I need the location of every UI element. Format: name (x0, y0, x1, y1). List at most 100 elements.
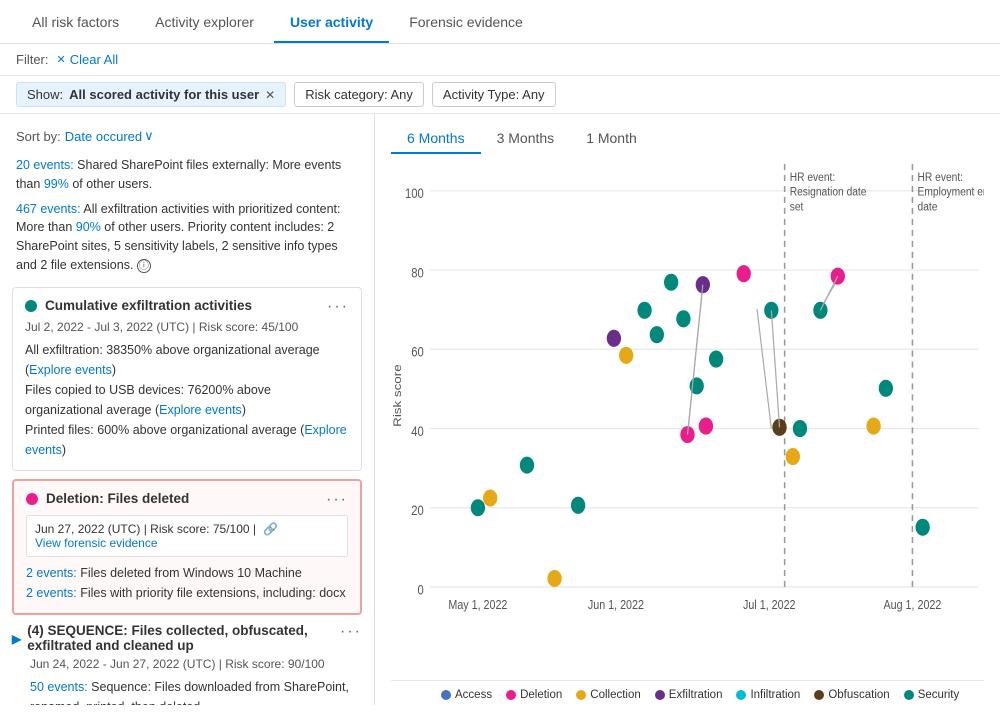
legend-security-dot (904, 690, 914, 700)
sequence-meta: Jun 24, 2022 - Jun 27, 2022 (UTC) | Risk… (30, 657, 362, 671)
line-3 (820, 276, 837, 310)
connector-2 (757, 309, 771, 428)
dot-9[interactable] (650, 326, 664, 343)
explore-events-1a[interactable]: Explore events (29, 363, 112, 377)
hr-label-2c: date (918, 201, 938, 214)
legend-deletion-label: Deletion (520, 689, 562, 701)
dot-8[interactable] (637, 302, 651, 319)
sort-value-text: Date occured (65, 129, 142, 144)
legend-access: Access (441, 689, 492, 701)
forensic-link-box: Jun 27, 2022 (UTC) | Risk score: 75/100 … (26, 515, 348, 557)
alert-1-pct: 99% (44, 177, 69, 191)
main-layout: Sort by: Date occured ∨ 20 events: Share… (0, 114, 1000, 705)
risk-category-value: Any (391, 87, 413, 102)
alert-block: 20 events: Shared SharePoint files exter… (0, 148, 374, 279)
forensic-meta: Jun 27, 2022 (UTC) | Risk score: 75/100 … (35, 522, 256, 536)
legend-access-label: Access (455, 689, 492, 701)
dot-20[interactable] (786, 448, 800, 465)
alert-2-pct: 90% (76, 220, 101, 234)
clear-all-button[interactable]: ✕ Clear All (57, 52, 119, 67)
dot-3[interactable] (520, 457, 534, 474)
dot-11[interactable] (676, 310, 690, 327)
dot-26[interactable] (915, 519, 929, 536)
dot-10[interactable] (664, 274, 678, 291)
y-label-100: 100 (405, 186, 424, 201)
legend-obfuscation-dot (814, 690, 824, 700)
filter-label: Filter: (16, 52, 49, 67)
sequence-header[interactable]: ▶ (4) SEQUENCE: Files collected, obfusca… (12, 623, 362, 653)
tab-forensic-evidence[interactable]: Forensic evidence (393, 2, 539, 42)
filter-bar: Filter: ✕ Clear All (0, 44, 1000, 76)
activity-type-chip[interactable]: Activity Type: Any (432, 82, 556, 107)
card-1-meta: Jul 2, 2022 - Jul 3, 2022 (UTC) | Risk s… (25, 320, 349, 334)
explore-events-1b[interactable]: Explore events (159, 403, 242, 417)
card-1-header: Cumulative exfiltration activities ··· (25, 298, 349, 316)
tab-6-months[interactable]: 6 Months (391, 124, 481, 154)
risk-category-chip[interactable]: Risk category: Any (294, 82, 424, 107)
dot-4[interactable] (547, 570, 561, 587)
hr-label-1c: set (790, 201, 804, 214)
line-2 (771, 310, 779, 427)
card-cumulative-exfiltration: Cumulative exfiltration activities ··· J… (12, 287, 362, 471)
card-1-title: Cumulative exfiltration activities (25, 298, 327, 313)
y-label-60: 60 (411, 345, 424, 360)
dot-13[interactable] (699, 418, 713, 435)
sequence-card: ▶ (4) SEQUENCE: Files collected, obfusca… (12, 623, 362, 706)
dot-7[interactable] (619, 347, 633, 364)
tab-activity-explorer[interactable]: Activity explorer (139, 2, 270, 42)
legend-collection: Collection (576, 689, 641, 701)
show-pill-close[interactable]: ✕ (265, 88, 275, 102)
sequence-expand-icon: ▶ (12, 632, 21, 646)
explore-events-1c[interactable]: Explore events (25, 423, 347, 457)
view-forensic-evidence-link[interactable]: View forensic evidence (35, 536, 158, 550)
filter-pills: Show: All scored activity for this user … (0, 76, 1000, 114)
tab-1-month[interactable]: 1 Month (570, 124, 653, 154)
dot-5[interactable] (571, 497, 585, 514)
card-2-menu[interactable]: ··· (326, 491, 348, 509)
card-deletion-files: Deletion: Files deleted ··· Jun 27, 2022… (12, 479, 362, 615)
legend-exfiltration-label: Exfiltration (669, 689, 723, 701)
tab-all-risk[interactable]: All risk factors (16, 2, 135, 42)
sequence-menu[interactable]: ··· (340, 623, 362, 641)
seq-events-1[interactable]: 50 events: (30, 680, 88, 694)
show-pill: Show: All scored activity for this user … (16, 82, 286, 107)
legend-deletion-dot (506, 690, 516, 700)
clear-all-label: Clear All (70, 52, 118, 67)
legend: Access Deletion Collection Exfiltration … (391, 680, 984, 705)
dot-25[interactable] (879, 380, 893, 397)
card-2-title: Deletion: Files deleted (26, 491, 326, 506)
legend-infiltration-label: Infiltration (750, 689, 800, 701)
scatter-chart: 100 80 60 40 20 0 Risk score HR (391, 164, 984, 676)
dot-2[interactable] (483, 489, 497, 506)
dot-17[interactable] (737, 265, 751, 282)
sequence-title: ▶ (4) SEQUENCE: Files collected, obfusca… (12, 623, 340, 653)
tab-3-months[interactable]: 3 Months (481, 124, 571, 154)
card-1-body: All exfiltration: 38350% above organizat… (25, 340, 349, 460)
legend-security-label: Security (918, 689, 960, 701)
dot-24[interactable] (866, 418, 880, 435)
card-1-menu[interactable]: ··· (327, 298, 349, 316)
dot-1[interactable] (471, 499, 485, 516)
tab-user-activity[interactable]: User activity (274, 2, 389, 42)
legend-access-dot (441, 690, 451, 700)
dot-6[interactable] (607, 330, 621, 347)
left-panel: Sort by: Date occured ∨ 20 events: Share… (0, 114, 375, 705)
alert-1-prefix[interactable]: 20 events: (16, 158, 74, 172)
sequence-title-text: (4) SEQUENCE: Files collected, obfuscate… (27, 623, 340, 653)
alert-2-prefix[interactable]: 467 events: (16, 202, 81, 216)
sequence-body: Jun 24, 2022 - Jun 27, 2022 (UTC) | Risk… (12, 653, 362, 706)
y-label-20: 20 (411, 503, 424, 518)
x-label-may: May 1, 2022 (448, 597, 507, 612)
dot-21[interactable] (793, 420, 807, 437)
info-icon: ⓘ (137, 259, 151, 273)
card-1-dot (25, 300, 37, 312)
sort-dropdown[interactable]: Date occured ∨ (65, 128, 154, 144)
dot-14[interactable] (709, 351, 723, 368)
card-2-title-text: Deletion: Files deleted (46, 491, 189, 506)
x-label-jul: Jul 1, 2022 (743, 597, 795, 612)
sort-label: Sort by: (16, 129, 61, 144)
right-panel: 6 Months 3 Months 1 Month 100 80 60 40 2… (375, 114, 1000, 705)
card-2-header: Deletion: Files deleted ··· (26, 491, 348, 509)
legend-collection-dot (576, 690, 586, 700)
chart-area: 100 80 60 40 20 0 Risk score HR (391, 164, 984, 676)
